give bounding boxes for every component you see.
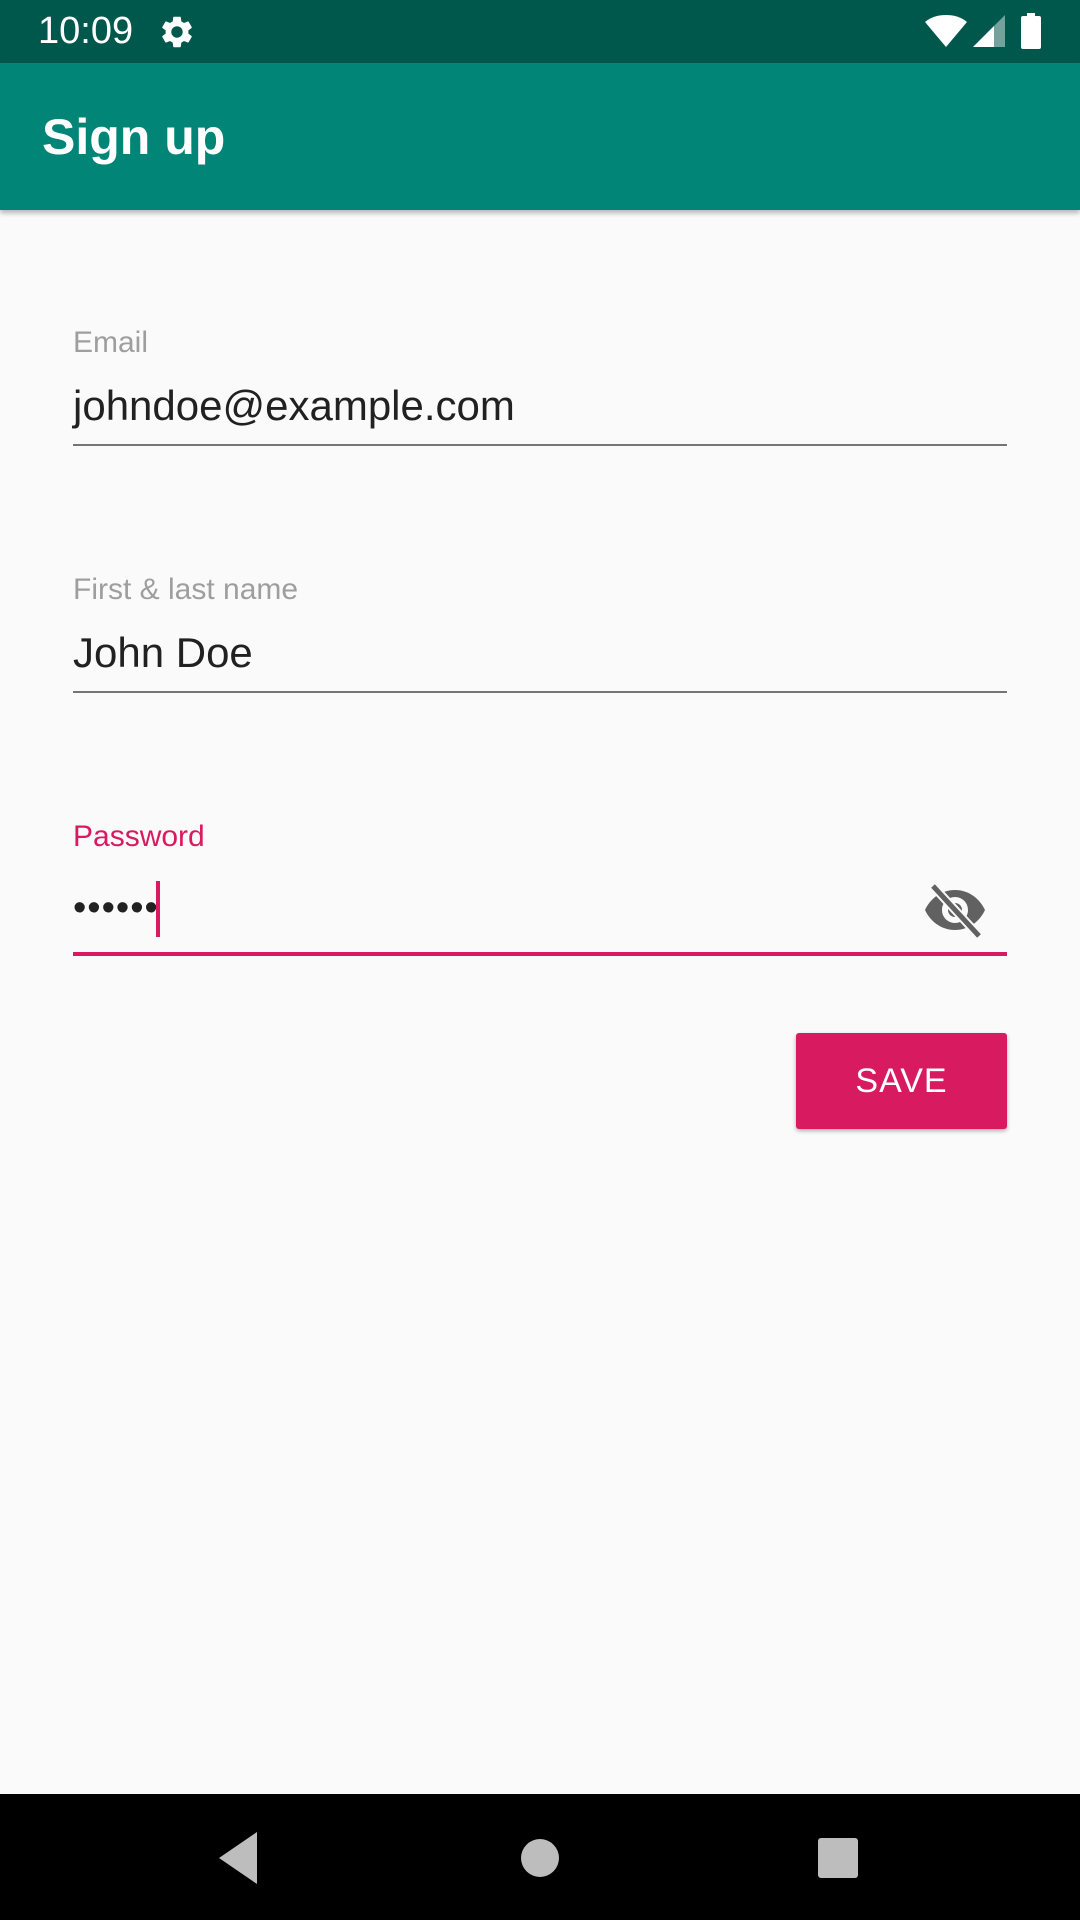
status-time: 10:09: [38, 10, 134, 52]
password-underline: [73, 952, 1007, 956]
status-icons: [924, 13, 1042, 49]
signal-icon: [973, 15, 1005, 47]
page-title: Sign up: [42, 109, 226, 165]
gear-icon: [162, 16, 192, 48]
sign-up-screen: 10:09 Sign up Email johndoe@example.com: [0, 0, 1080, 1920]
wifi-icon: [925, 15, 967, 47]
email-underline: [73, 444, 1007, 446]
back-icon[interactable]: [207, 1826, 271, 1890]
status-bar: 10:09: [0, 0, 1080, 63]
home-icon[interactable]: [508, 1826, 572, 1890]
password-label: Password: [73, 820, 205, 853]
name-label: First & last name: [73, 573, 299, 606]
recents-icon[interactable]: [806, 1826, 870, 1890]
text-cursor: [156, 881, 160, 937]
name-field[interactable]: First & last name John Doe: [73, 567, 1007, 697]
save-button[interactable]: SAVE: [796, 1033, 1007, 1129]
email-field[interactable]: Email johndoe@example.com: [73, 320, 1007, 450]
name-underline: [73, 691, 1007, 693]
password-input[interactable]: ••••••: [73, 884, 159, 932]
visibility-off-icon[interactable]: [923, 882, 987, 938]
name-input[interactable]: John Doe: [73, 629, 253, 677]
battery-icon: [1021, 13, 1041, 49]
app-bar: Sign up: [0, 63, 1080, 210]
email-label: Email: [73, 326, 149, 359]
password-field[interactable]: Password ••••••: [73, 814, 1007, 959]
navigation-bar: [0, 1794, 1080, 1920]
email-input[interactable]: johndoe@example.com: [73, 382, 515, 430]
